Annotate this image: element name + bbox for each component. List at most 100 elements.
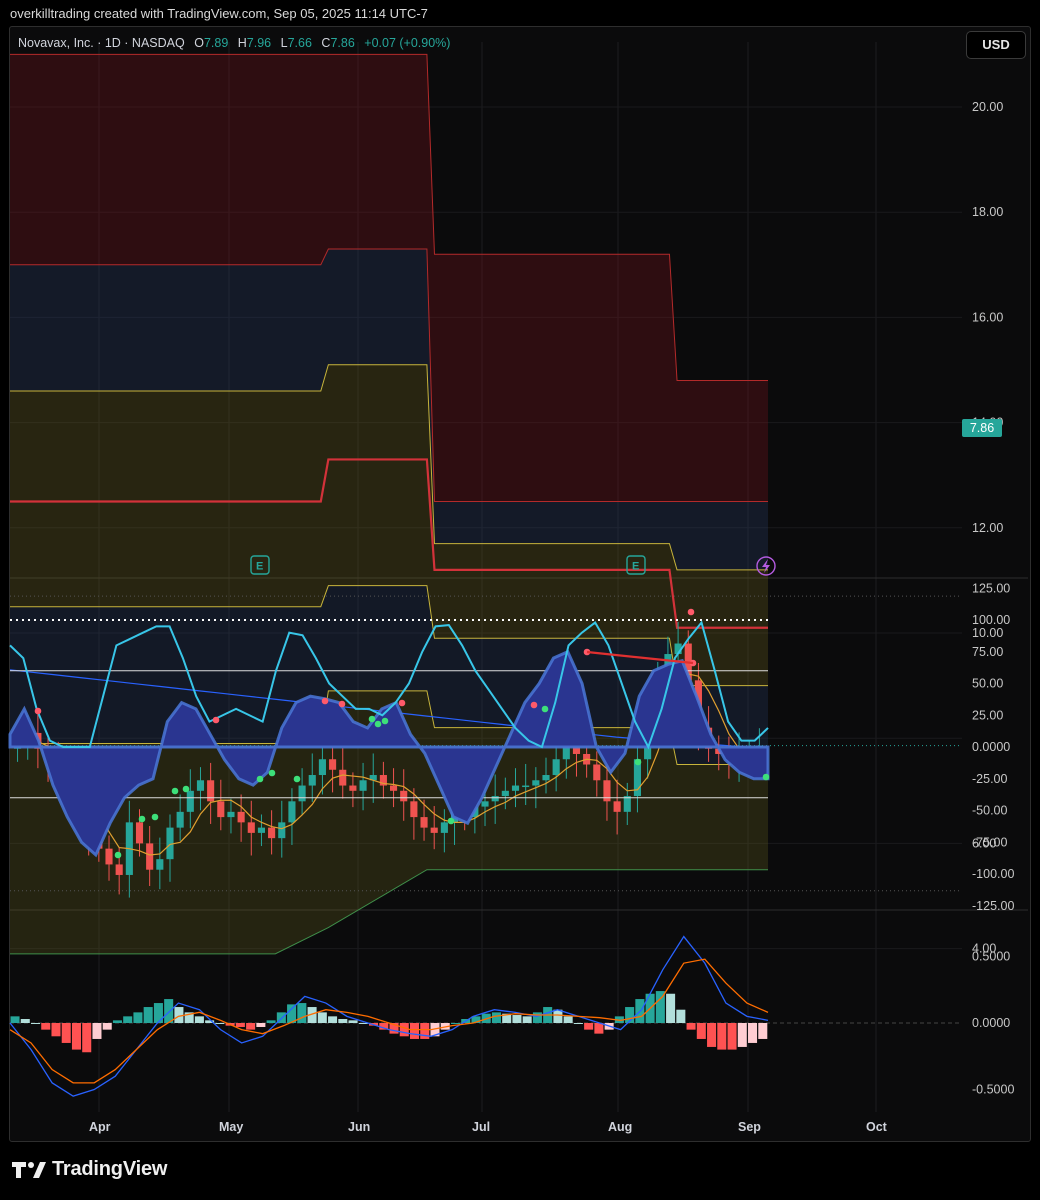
symbol-name[interactable]: Novavax, Inc. · 1D · NASDAQ bbox=[18, 36, 185, 50]
candle-body bbox=[349, 785, 357, 791]
candle-body bbox=[623, 796, 631, 812]
macd-hist-bar bbox=[194, 1016, 204, 1023]
chart-canvas[interactable]: EE20.0018.0016.0014.0012.0010.006.004.00… bbox=[0, 0, 1040, 1200]
candle-body bbox=[552, 759, 560, 776]
osc-bear-dot bbox=[338, 700, 346, 708]
macd-hist-bar bbox=[420, 1023, 430, 1039]
macd-hist-bar bbox=[30, 1023, 41, 1024]
candle-body bbox=[400, 790, 408, 802]
macd-hist-bar bbox=[51, 1023, 61, 1037]
candle-body bbox=[115, 864, 123, 875]
candle-body bbox=[176, 811, 184, 828]
macd-hist-bar bbox=[10, 1016, 20, 1023]
candle-body bbox=[339, 769, 347, 786]
footer: TradingView bbox=[12, 1158, 167, 1181]
macd-hist-bar bbox=[737, 1023, 747, 1047]
macd-hist-bar bbox=[563, 1016, 573, 1023]
candle-body bbox=[105, 848, 113, 865]
earnings-marker-1-label: E bbox=[256, 561, 263, 573]
macd-hist-bar bbox=[758, 1023, 768, 1039]
osc-bull-dot bbox=[182, 785, 190, 793]
candle-body bbox=[156, 859, 164, 870]
candle-body bbox=[410, 801, 418, 818]
macd-hist-bar bbox=[491, 1012, 501, 1023]
macd-hist-bar bbox=[317, 1012, 327, 1023]
x-axis-month-label: May bbox=[219, 1120, 243, 1134]
x-axis-month-label: Jul bbox=[472, 1120, 490, 1134]
osc-axis-tick: 0.0000 bbox=[972, 740, 1010, 754]
currency-button[interactable]: USD bbox=[966, 31, 1026, 59]
osc-bull-dot bbox=[762, 773, 770, 781]
macd-hist-bar bbox=[584, 1023, 594, 1030]
macd-hist-bar bbox=[748, 1023, 758, 1043]
macd-hist-bar bbox=[409, 1023, 420, 1039]
macd-hist-bar bbox=[676, 1009, 686, 1023]
macd-hist-bar bbox=[266, 1020, 276, 1023]
macd-hist-bar bbox=[348, 1020, 358, 1023]
macd-hist-bar bbox=[594, 1023, 604, 1034]
x-axis-month-label: Oct bbox=[866, 1120, 888, 1134]
macd-hist-bar bbox=[20, 1019, 30, 1023]
macd-hist-bar bbox=[92, 1023, 102, 1039]
osc-bull-dot bbox=[138, 815, 146, 823]
osc-axis-tick: -100.00 bbox=[972, 867, 1014, 881]
macd-hist-bar bbox=[297, 1003, 307, 1023]
macd-hist-bar bbox=[696, 1023, 706, 1039]
candle-body bbox=[420, 817, 428, 828]
earnings-marker-2-label: E bbox=[632, 561, 639, 573]
price-axis-tick: 12.00 bbox=[972, 521, 1003, 535]
osc-bear-dot bbox=[34, 707, 42, 715]
tradingview-logo-icon bbox=[12, 1161, 46, 1178]
osc-axis-tick: 125.00 bbox=[972, 581, 1010, 595]
osc-bull-dot bbox=[114, 851, 122, 859]
price-axis-tick: 16.00 bbox=[972, 310, 1003, 324]
macd-hist-bar bbox=[512, 1015, 522, 1023]
candle-body bbox=[268, 827, 276, 839]
macd-axis-tick: 0.0000 bbox=[972, 1016, 1010, 1030]
macd-hist-bar bbox=[61, 1023, 71, 1043]
osc-axis-tick: -50.00 bbox=[972, 804, 1007, 818]
low-label: L bbox=[280, 36, 288, 50]
osc-bull-dot bbox=[151, 813, 159, 821]
macd-hist-bar bbox=[41, 1023, 51, 1030]
candle-body bbox=[491, 796, 499, 802]
osc-bear-dot bbox=[398, 699, 406, 707]
osc-axis-tick: -125.00 bbox=[972, 899, 1014, 913]
macd-hist-bar bbox=[399, 1023, 409, 1037]
x-axis-month-label: Jun bbox=[348, 1120, 370, 1134]
candle-body bbox=[522, 785, 530, 788]
low-value: 7.66 bbox=[287, 36, 312, 50]
macd-hist-bar bbox=[727, 1023, 737, 1050]
candle-body bbox=[613, 801, 621, 812]
osc-bear-dot bbox=[687, 608, 695, 616]
candle-body bbox=[440, 822, 448, 833]
macd-hist-bar bbox=[522, 1016, 532, 1023]
macd-hist-bar bbox=[215, 1023, 225, 1024]
candle-body bbox=[542, 775, 550, 781]
candle-body bbox=[390, 785, 398, 791]
candle-body bbox=[227, 811, 235, 818]
macd-hist-bar bbox=[717, 1023, 727, 1050]
macd-hist-bar bbox=[246, 1023, 256, 1030]
osc-bull-dot bbox=[381, 717, 389, 725]
candle-body bbox=[217, 801, 225, 818]
macd-hist-bar bbox=[573, 1023, 583, 1024]
close-value: 7.86 bbox=[330, 36, 355, 50]
candle-body bbox=[278, 822, 286, 839]
open-label: O bbox=[194, 36, 204, 50]
x-axis-month-label: Apr bbox=[89, 1120, 111, 1134]
macd-hist-bar bbox=[102, 1023, 112, 1030]
osc-bear-dot bbox=[530, 701, 538, 709]
osc-bull-dot bbox=[171, 787, 179, 795]
osc-bull-dot bbox=[293, 775, 301, 783]
price-axis-tick: 20.00 bbox=[972, 100, 1003, 114]
osc-bull-dot bbox=[268, 769, 276, 777]
osc-bear-dot bbox=[321, 697, 329, 705]
candle-body bbox=[532, 780, 540, 786]
symbol-legend: Novavax, Inc. · 1D · NASDAQ O7.89 H7.96 … bbox=[18, 36, 450, 50]
macd-hist-bar bbox=[553, 1009, 563, 1023]
candle-body bbox=[318, 759, 326, 776]
candle-body bbox=[359, 780, 367, 791]
x-axis-month-label: Aug bbox=[608, 1120, 632, 1134]
macd-hist-bar bbox=[153, 1003, 163, 1023]
